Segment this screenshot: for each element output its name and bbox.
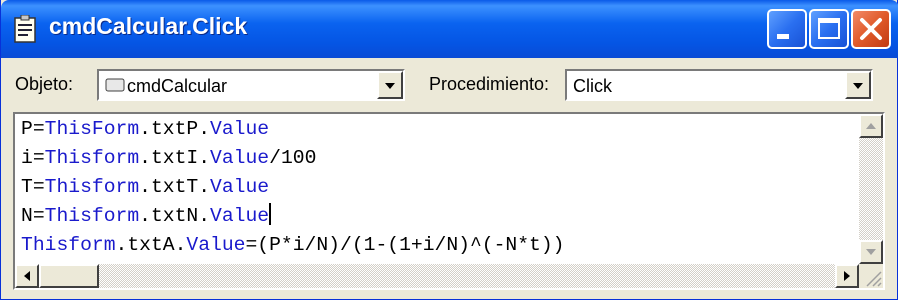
- objeto-value: cmdCalcular: [127, 76, 228, 96]
- code-token: N=: [21, 205, 45, 227]
- code-keyword: ThisForm: [44, 118, 140, 140]
- title-bar[interactable]: cmdCalcular.Click: [1, 0, 898, 58]
- chevron-down-icon: [853, 83, 863, 89]
- scroll-left-button[interactable]: [15, 264, 39, 288]
- arrow-up-icon: [866, 123, 876, 129]
- scroll-thumb[interactable]: [39, 264, 99, 288]
- code-window-icon: [14, 15, 36, 43]
- code-token: /100: [269, 147, 317, 169]
- code-line[interactable]: i=Thisform.txtI.Value/100: [21, 144, 564, 173]
- code-keyword: Value: [210, 118, 270, 140]
- code-token: T=: [21, 176, 45, 198]
- chevron-down-icon: [385, 83, 395, 89]
- code-token: =(P*i/N)/(1-(1+i/N)^(-N*t)): [245, 234, 565, 256]
- command-button-icon: [105, 78, 125, 92]
- resize-grip[interactable]: [859, 264, 883, 288]
- close-icon: [860, 18, 882, 40]
- procedimiento-dropdown-button[interactable]: [845, 71, 871, 99]
- code-token: i=: [21, 147, 45, 169]
- code-keyword: Thisform: [44, 147, 140, 169]
- code-line[interactable]: P=ThisForm.txtP.Value: [21, 115, 564, 144]
- code-keyword: Thisform: [44, 205, 140, 227]
- arrow-down-icon: [866, 249, 876, 255]
- arrow-left-icon: [24, 271, 30, 281]
- code-token: .txtT.: [139, 176, 211, 198]
- objeto-select[interactable]: cmdCalcular: [97, 69, 405, 101]
- code-line[interactable]: T=Thisform.txtT.Value: [21, 173, 564, 202]
- scroll-right-button[interactable]: [835, 264, 859, 288]
- code-text[interactable]: P=ThisForm.txtP.Value i=Thisform.txtI.Val…: [21, 115, 564, 260]
- toolbar: Objeto: cmdCalcular Procedimiento: Click: [1, 58, 897, 110]
- procedimiento-select[interactable]: Click: [565, 69, 873, 101]
- text-caret: [269, 203, 272, 225]
- scroll-down-button[interactable]: [859, 240, 883, 264]
- vertical-scrollbar[interactable]: [859, 114, 883, 264]
- size-grip-icon: [866, 271, 882, 287]
- code-keyword: Value: [210, 176, 270, 198]
- arrow-right-icon: [844, 271, 850, 281]
- code-token: P=: [21, 118, 45, 140]
- procedimiento-label: Procedimiento:: [429, 74, 550, 94]
- maximize-button[interactable]: [809, 9, 849, 49]
- code-keyword: Thisform: [44, 176, 140, 198]
- procedimiento-value: Click: [573, 76, 612, 96]
- code-line[interactable]: N=Thisform.txtN.Value: [21, 202, 564, 231]
- scroll-up-button[interactable]: [859, 114, 883, 138]
- code-token: .txtP.: [139, 118, 211, 140]
- horizontal-scrollbar[interactable]: [15, 264, 859, 288]
- window-title: cmdCalcular.Click: [49, 13, 248, 39]
- close-button[interactable]: [851, 9, 891, 49]
- code-token: .txtN.: [139, 205, 211, 227]
- code-keyword: Thisform: [21, 234, 116, 256]
- code-line[interactable]: Thisform.txtA.Value=(P*i/N)/(1-(1+i/N)^(…: [21, 231, 564, 260]
- objeto-label: Objeto:: [15, 74, 74, 94]
- code-window: cmdCalcular.Click Objeto: cmdCalcular Pr…: [0, 0, 898, 300]
- code-editor[interactable]: P=ThisForm.txtP.Value i=Thisform.txtI.Val…: [13, 112, 885, 290]
- code-keyword: Value: [186, 234, 246, 256]
- minimize-icon: [777, 34, 789, 39]
- minimize-button[interactable]: [767, 9, 807, 49]
- code-token: .txtA.: [115, 234, 187, 256]
- code-token: .txtI.: [139, 147, 211, 169]
- objeto-dropdown-button[interactable]: [377, 71, 403, 99]
- code-keyword: Value: [210, 205, 270, 227]
- maximize-icon: [818, 18, 840, 39]
- code-keyword: Value: [210, 147, 270, 169]
